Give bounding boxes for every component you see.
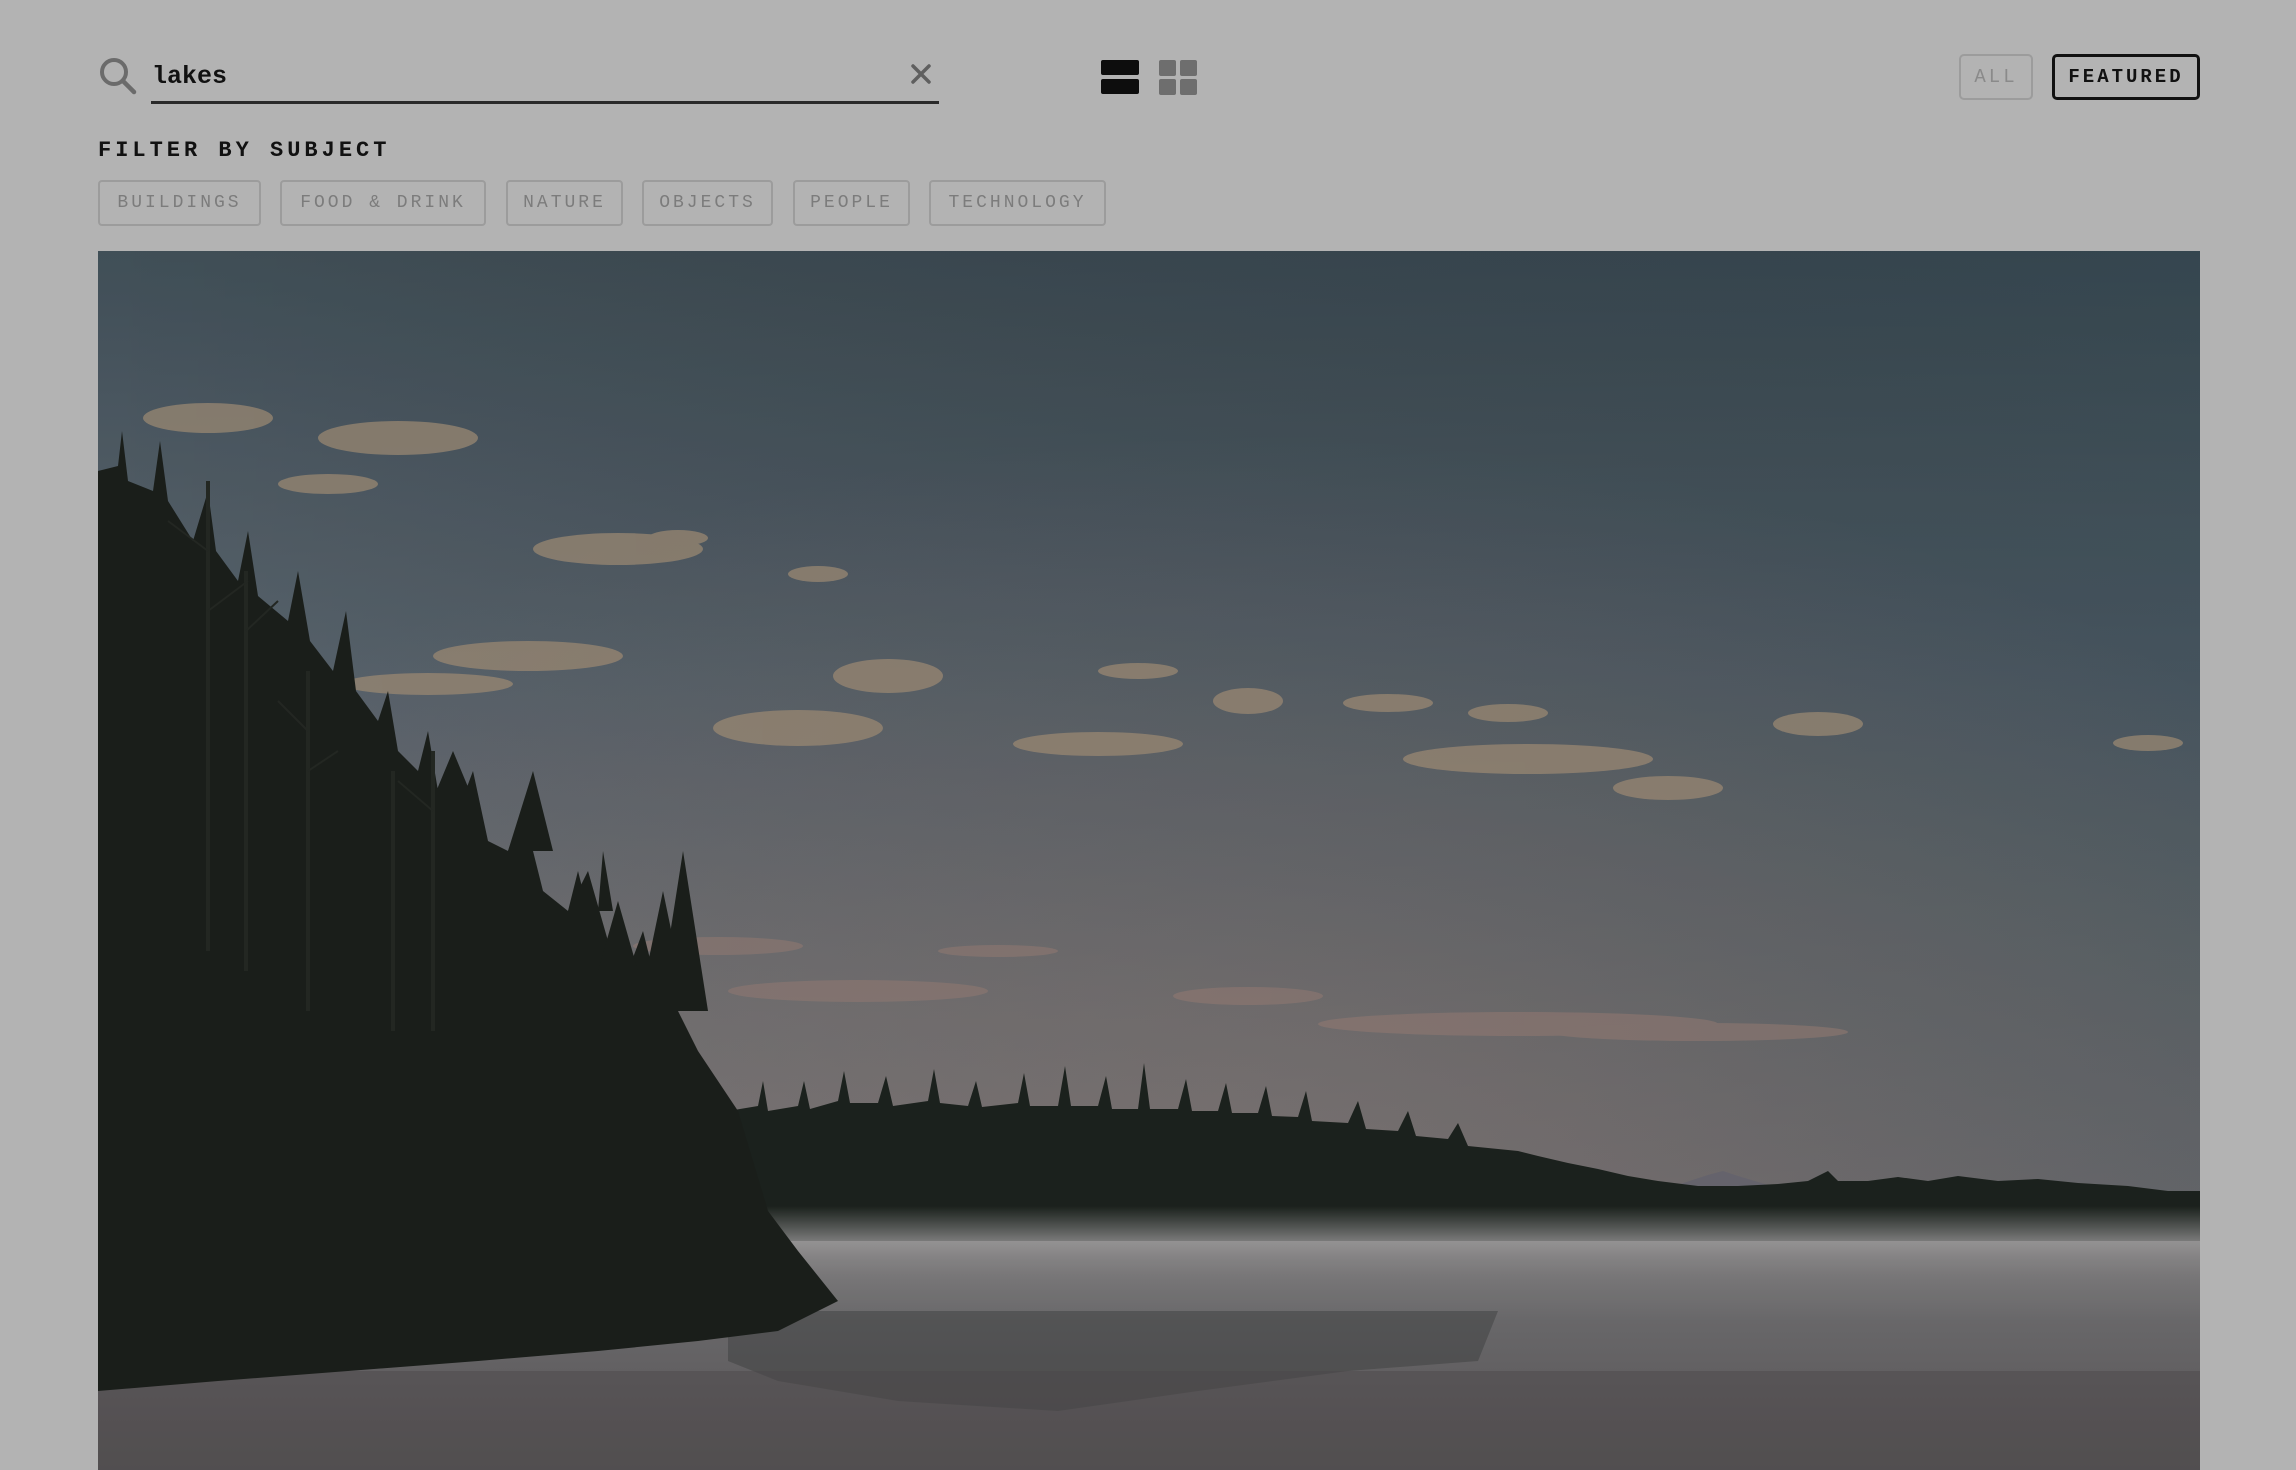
- list-view-icon[interactable]: [1101, 58, 1139, 96]
- search-bar: [98, 52, 939, 104]
- lake-photo-image: [98, 251, 2200, 1470]
- top-bar: ALL FEATURED: [98, 52, 2200, 108]
- filter-chip-technology[interactable]: TECHNOLOGY: [929, 180, 1106, 226]
- filter-chip-nature[interactable]: NATURE: [506, 180, 623, 226]
- filter-chip-buildings[interactable]: BUILDINGS: [98, 180, 261, 226]
- filter-title: FILTER BY SUBJECT: [98, 138, 391, 163]
- search-field: [151, 52, 939, 104]
- search-input[interactable]: [151, 56, 871, 96]
- grid-view-icon[interactable]: [1159, 58, 1197, 96]
- page: ALL FEATURED FILTER BY SUBJECT BUILDINGS…: [0, 0, 2296, 1470]
- filter-chip-people[interactable]: PEOPLE: [793, 180, 910, 226]
- all-button[interactable]: ALL: [1959, 54, 2033, 100]
- search-icon[interactable]: [98, 56, 138, 96]
- filter-chip-food-drink[interactable]: FOOD & DRINK: [280, 180, 486, 226]
- featured-photo[interactable]: [98, 251, 2200, 1470]
- filter-chip-objects[interactable]: OBJECTS: [642, 180, 773, 226]
- close-icon[interactable]: [909, 62, 933, 86]
- featured-button[interactable]: FEATURED: [2052, 54, 2200, 100]
